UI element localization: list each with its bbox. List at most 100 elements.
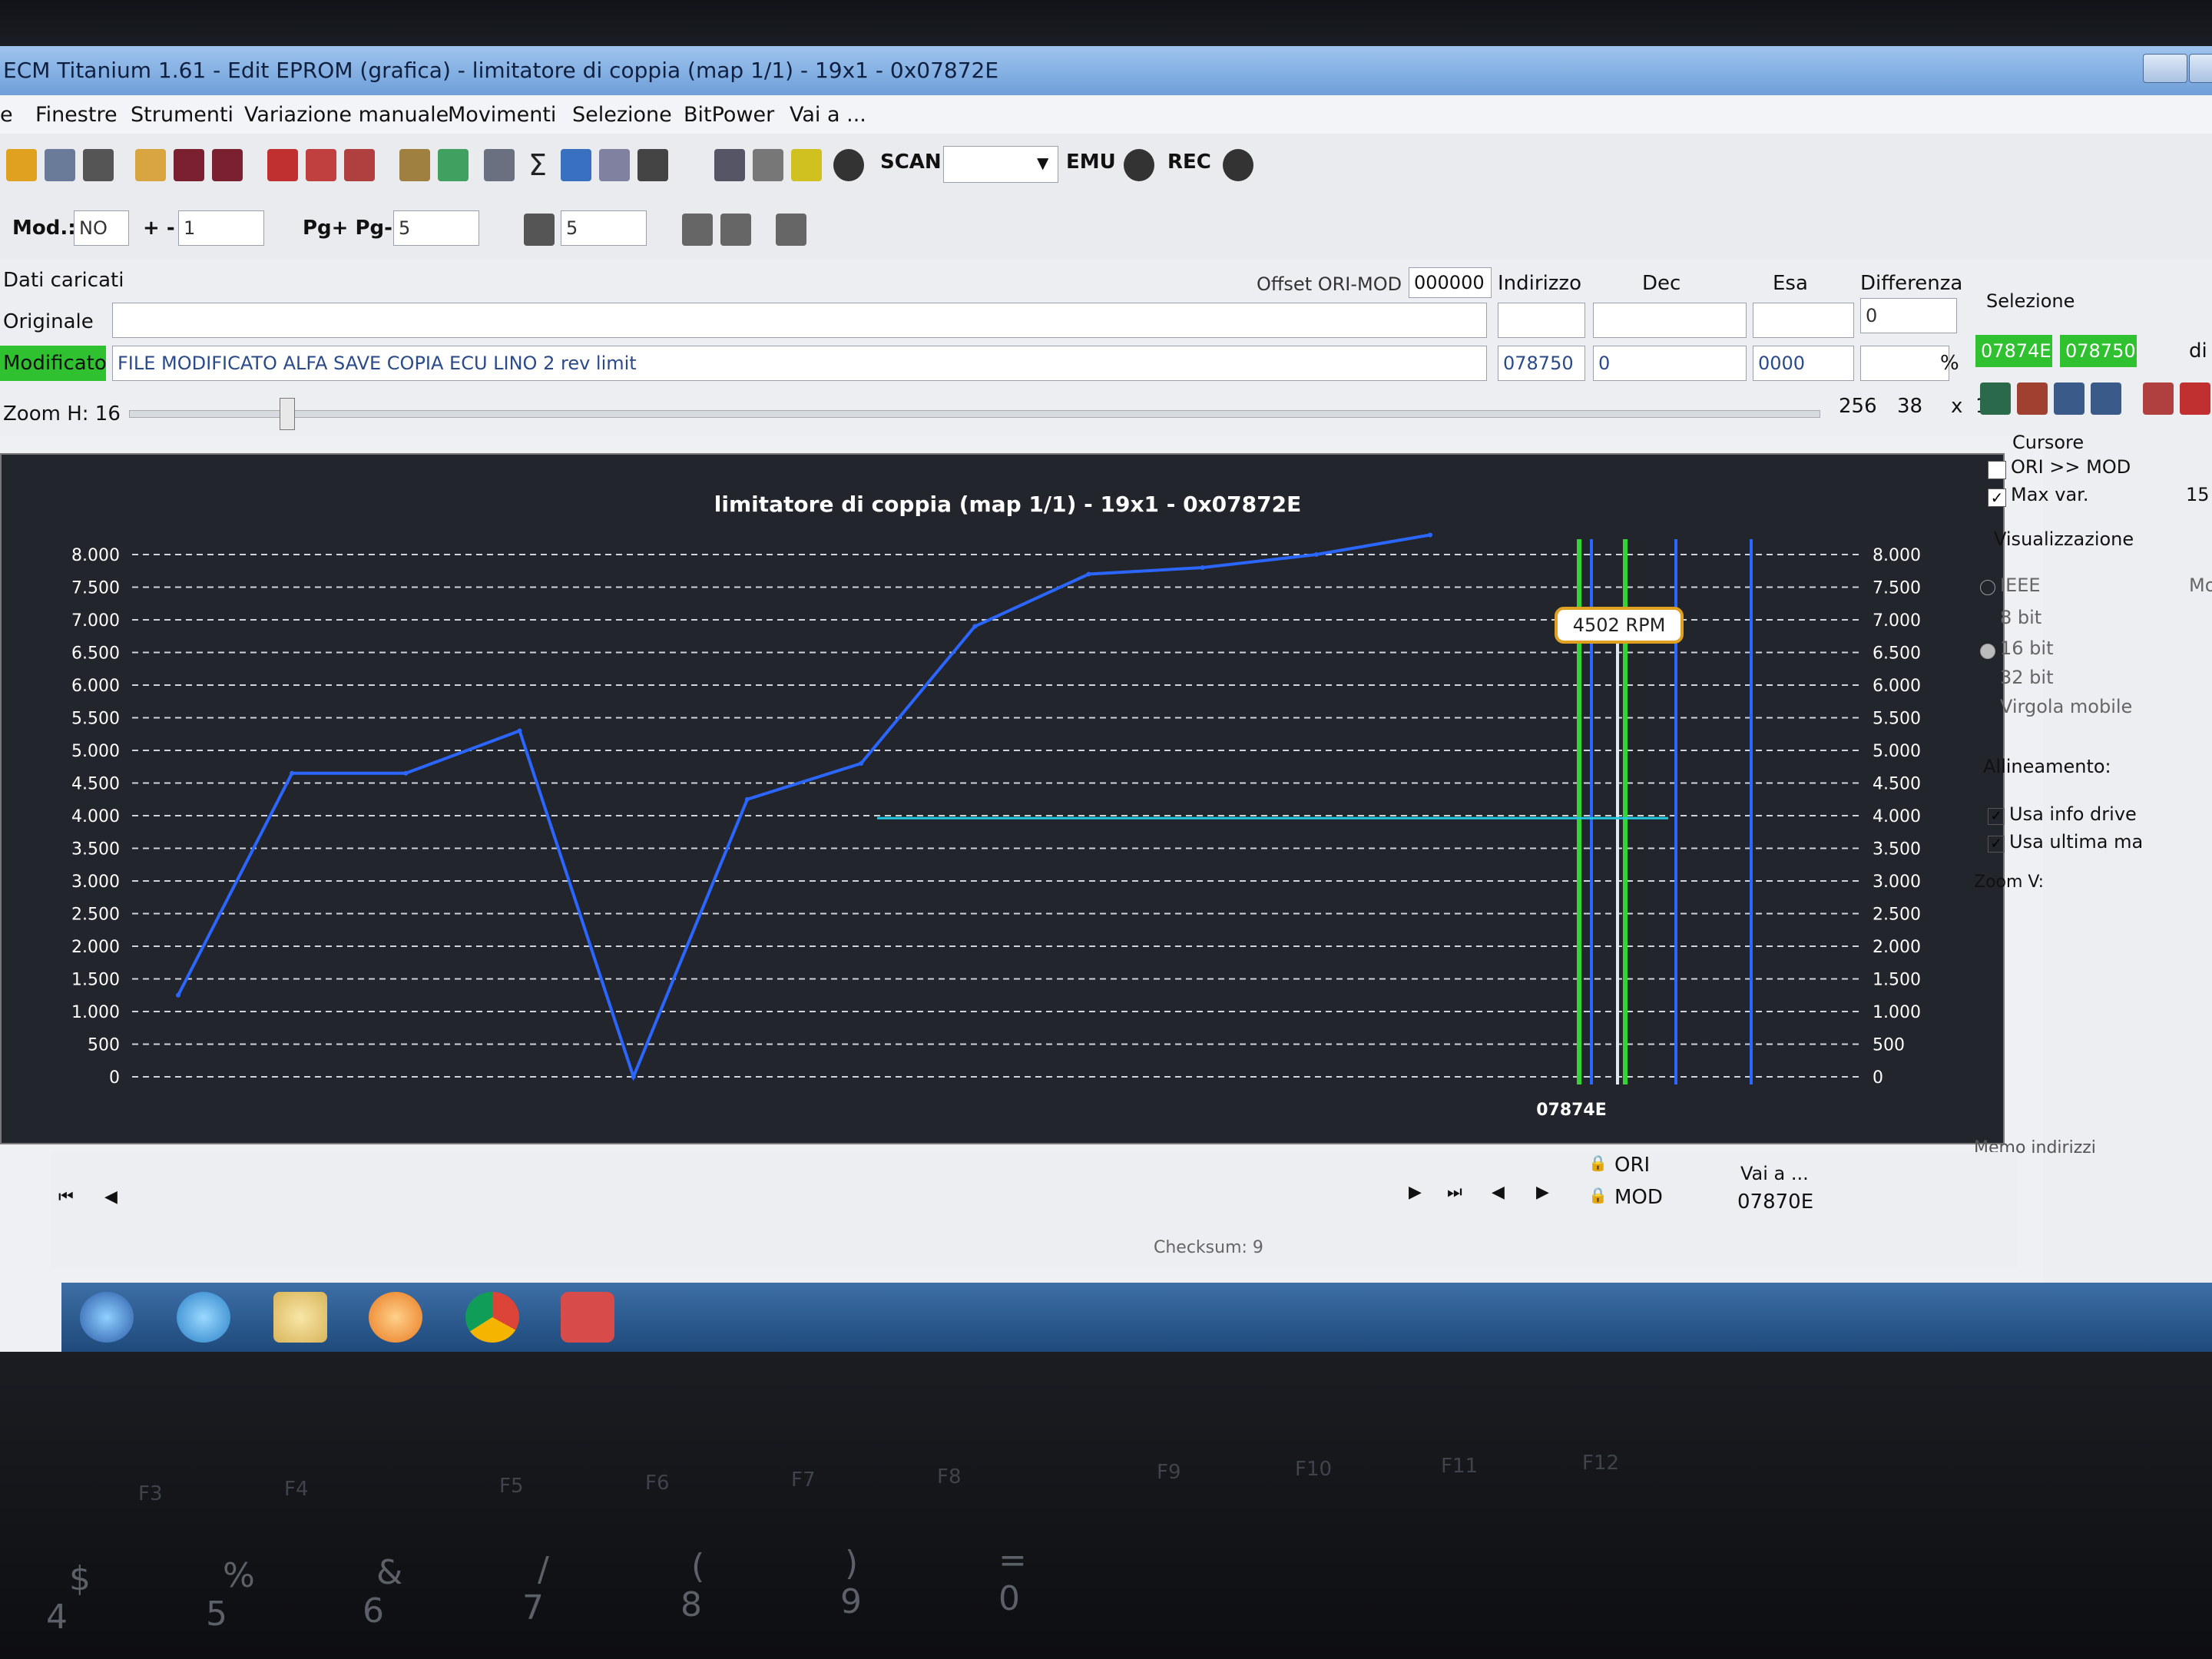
- windows-icon[interactable]: [45, 149, 75, 181]
- sel-tool-3-icon[interactable]: [2054, 382, 2085, 415]
- rec-dot-icon[interactable]: [1223, 149, 1253, 181]
- save-icon[interactable]: [174, 149, 204, 181]
- sel-tool-5-icon[interactable]: [2143, 382, 2174, 415]
- page-icon[interactable]: [524, 214, 555, 246]
- maximize-button[interactable]: [2189, 54, 2212, 83]
- menu-file[interactable]: e: [0, 103, 13, 127]
- menu-bitpower[interactable]: BitPower: [684, 103, 774, 127]
- page-field[interactable]: 5: [393, 210, 479, 246]
- max-var-checkbox[interactable]: ✓: [1988, 488, 2006, 507]
- menu-vai-a[interactable]: Vai a ...: [790, 103, 866, 127]
- key-f8: F8: [937, 1465, 962, 1488]
- u-icon[interactable]: [776, 214, 806, 246]
- menu-movimenti[interactable]: Movimenti: [448, 103, 556, 127]
- next-icon[interactable]: ▶: [1409, 1183, 1422, 1202]
- offset-field[interactable]: 000000: [1409, 267, 1492, 298]
- start-button[interactable]: [80, 1292, 134, 1343]
- zoom-h-slider-thumb[interactable]: [280, 398, 295, 430]
- chart-icon[interactable]: [561, 149, 591, 181]
- menu-strumenti[interactable]: Strumenti: [131, 103, 233, 127]
- bit16-radio[interactable]: [1980, 644, 1995, 659]
- mod-esa-field[interactable]: 0000: [1753, 346, 1854, 381]
- sel-tool-4-icon[interactable]: [2091, 382, 2121, 415]
- key-0: 0: [998, 1579, 1020, 1618]
- table-icon[interactable]: [599, 149, 630, 181]
- window-icon[interactable]: [714, 149, 745, 181]
- binoculars-icon[interactable]: [637, 149, 668, 181]
- goto-address[interactable]: 07870E: [1737, 1190, 1813, 1214]
- right-panel: Selezione 07874E 078750 di Cursore ORI >…: [1974, 260, 2212, 1335]
- originale-file-field[interactable]: [112, 303, 1487, 338]
- selezione-label: Selezione: [1986, 290, 2075, 312]
- chrome-icon[interactable]: [465, 1292, 519, 1343]
- zoom-h-slider-track[interactable]: [129, 410, 1820, 418]
- lock-icon[interactable]: [753, 149, 783, 181]
- ieee-radio[interactable]: [1980, 580, 1995, 595]
- usa-info-checkbox[interactable]: ✓: [1988, 808, 2005, 825]
- mod-indirizzo-field[interactable]: 078750: [1498, 346, 1585, 381]
- record-dot-icon[interactable]: [833, 149, 864, 181]
- key-f6: F6: [645, 1472, 670, 1495]
- ori-esa-field[interactable]: [1753, 303, 1854, 338]
- home-icon[interactable]: [6, 149, 37, 181]
- y-tick-label-right: 5.000: [1873, 742, 1921, 761]
- chevron-down-icon[interactable]: ▼: [1037, 154, 1048, 172]
- doc-icon[interactable]: [83, 149, 114, 181]
- key-7: 7: [522, 1588, 544, 1628]
- menu-selezione[interactable]: Selezione: [572, 103, 672, 127]
- chart-panel[interactable]: limitatore di coppia (map 1/1) - 19x1 - …: [0, 453, 2005, 1144]
- m-upper-icon[interactable]: [720, 214, 751, 246]
- battery-icon[interactable]: [438, 149, 469, 181]
- menu-variazione-manuale[interactable]: Variazione manuale: [244, 103, 449, 127]
- step-forward-icon[interactable]: ▶: [1536, 1183, 1549, 1202]
- sel-tool-6-icon[interactable]: [2180, 382, 2210, 415]
- sel-end-field[interactable]: 078750: [2060, 335, 2137, 367]
- edit-icon[interactable]: [399, 149, 430, 181]
- emu-dot-icon[interactable]: [1124, 149, 1154, 181]
- first-page-icon[interactable]: ⏮: [58, 1187, 74, 1207]
- sel-tool-1-icon[interactable]: [1980, 382, 2011, 415]
- step-field[interactable]: 1: [178, 210, 264, 246]
- prev-page-icon[interactable]: ◀: [104, 1187, 118, 1207]
- y-tick-label-right: 3.000: [1873, 873, 1921, 892]
- open-folder-icon[interactable]: [135, 149, 166, 181]
- page-label: Pg+ Pg-: [303, 217, 392, 240]
- mod-button[interactable]: MOD: [1614, 1186, 1663, 1209]
- differenza-field[interactable]: 0: [1860, 298, 1957, 333]
- sigma-icon[interactable]: Σ: [522, 149, 553, 181]
- series-point: [859, 761, 864, 766]
- ecm-titanium-icon[interactable]: [561, 1292, 614, 1343]
- mod-field[interactable]: NO: [74, 210, 129, 246]
- ori-button[interactable]: ORI: [1614, 1154, 1650, 1177]
- m-lower-icon[interactable]: [682, 214, 713, 246]
- folder-icon[interactable]: [273, 1292, 327, 1343]
- sel-tool-2-icon[interactable]: [2017, 382, 2048, 415]
- ori-mod-checkbox[interactable]: [1988, 461, 2006, 479]
- run-icon[interactable]: [791, 149, 822, 181]
- compare-icon[interactable]: [306, 149, 336, 181]
- y-tick-label-left: 0: [109, 1068, 120, 1088]
- zoom-38: 38: [1897, 395, 1923, 418]
- ori-indirizzo-field[interactable]: [1498, 303, 1585, 338]
- minimize-button[interactable]: [2143, 54, 2187, 83]
- tools-icon[interactable]: [484, 149, 515, 181]
- p-field[interactable]: 5: [561, 210, 647, 246]
- save-as-icon[interactable]: [212, 149, 243, 181]
- y-tick-label-left: 4.500: [71, 775, 120, 794]
- usa-ultima-checkbox[interactable]: ✓: [1988, 836, 2005, 853]
- step-back-icon[interactable]: ◀: [1492, 1183, 1505, 1202]
- secondary-toolbar: Mod.: NO + - 1 Pg+ Pg- 5 5: [0, 198, 2212, 260]
- calendar-icon[interactable]: [344, 149, 375, 181]
- media-player-icon[interactable]: [369, 1292, 422, 1343]
- mod-dec-field[interactable]: 0: [1593, 346, 1747, 381]
- check-icon[interactable]: [267, 149, 298, 181]
- ie-icon[interactable]: [177, 1292, 230, 1343]
- mod-differenza-field[interactable]: [1860, 346, 1949, 381]
- series-point: [290, 770, 295, 776]
- sel-start-field[interactable]: 07874E: [1975, 335, 2052, 367]
- last-icon[interactable]: ⏭: [1447, 1183, 1462, 1202]
- key-f4: F4: [284, 1478, 309, 1501]
- menu-finestre[interactable]: Finestre: [35, 103, 118, 127]
- ori-dec-field[interactable]: [1593, 303, 1747, 338]
- modificato-file-field[interactable]: FILE MODIFICATO ALFA SAVE COPIA ECU LINO…: [112, 346, 1487, 381]
